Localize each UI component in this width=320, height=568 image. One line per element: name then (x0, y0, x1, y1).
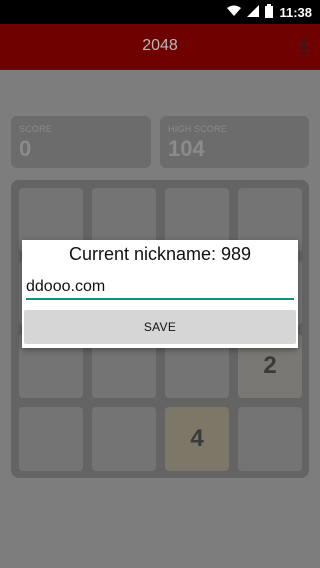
more-vert-icon[interactable] (302, 39, 306, 55)
save-button[interactable]: SAVE (24, 310, 296, 344)
board-cell (92, 407, 156, 471)
score-box: SCORE 0 (11, 116, 151, 168)
app-title: 2048 (142, 37, 178, 54)
signal-icon (247, 5, 260, 20)
app-bar: 2048 (0, 24, 320, 70)
nickname-input[interactable]: ddooo.com (26, 276, 294, 300)
dialog-title: Current nickname: 989 (68, 244, 252, 264)
score-label: SCORE (19, 124, 53, 134)
wifi-icon (227, 5, 242, 20)
status-icons: 11:38 (227, 4, 312, 21)
score-value: 0 (19, 136, 32, 161)
high-score-box: HIGH SCORE 104 (160, 116, 309, 168)
status-time: 11:38 (279, 5, 312, 20)
nickname-dialog: Current nickname: 989 ddooo.com SAVE (22, 240, 298, 348)
battery-icon (265, 4, 274, 21)
high-score-value: 104 (168, 136, 205, 161)
board-cell (238, 407, 302, 471)
tile-4: 4 (165, 407, 229, 471)
board-cell (19, 407, 83, 471)
status-bar: 11:38 (0, 0, 320, 24)
high-score-label: HIGH SCORE (168, 124, 228, 134)
